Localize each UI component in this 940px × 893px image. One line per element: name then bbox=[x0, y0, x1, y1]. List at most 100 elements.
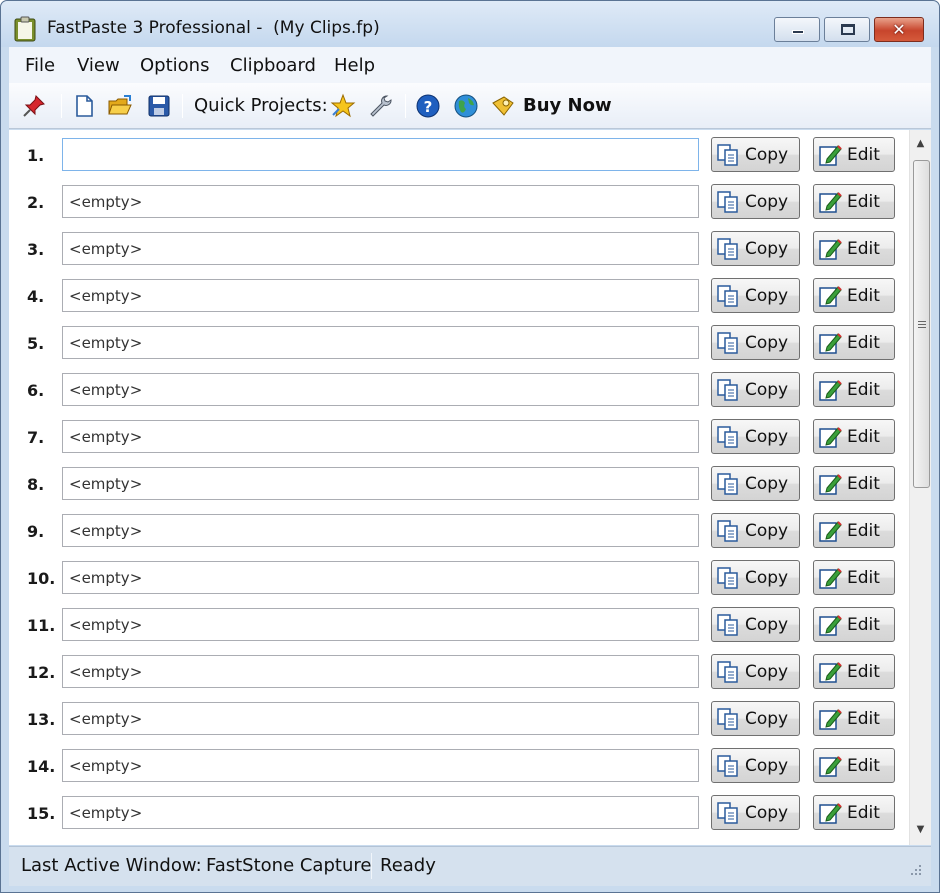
edit-label: Edit bbox=[847, 427, 880, 447]
help-icon[interactable]: ? bbox=[415, 93, 441, 119]
save-icon[interactable] bbox=[146, 93, 172, 119]
svg-text:?: ? bbox=[424, 98, 433, 116]
copy-button[interactable]: Copy bbox=[711, 137, 800, 172]
copy-label: Copy bbox=[745, 380, 789, 400]
copy-button[interactable]: Copy bbox=[711, 701, 800, 736]
clip-field[interactable]: <empty> bbox=[62, 326, 699, 359]
clip-row: 15. <empty> Copy Edit bbox=[9, 788, 909, 835]
buy-now-link[interactable]: Buy Now bbox=[523, 95, 612, 116]
copy-button[interactable]: Copy bbox=[711, 325, 800, 360]
open-folder-icon[interactable] bbox=[107, 93, 133, 119]
copy-icon bbox=[717, 426, 738, 448]
edit-button[interactable]: Edit bbox=[813, 184, 895, 219]
clip-field[interactable]: <empty> bbox=[62, 608, 699, 641]
edit-button[interactable]: Edit bbox=[813, 560, 895, 595]
edit-label: Edit bbox=[847, 662, 880, 682]
app-window: FastPaste 3 Professional - (My Clips.fp)… bbox=[0, 0, 940, 893]
edit-button[interactable]: Edit bbox=[813, 513, 895, 548]
clip-field[interactable]: <empty> bbox=[62, 655, 699, 688]
close-button[interactable]: ✕ bbox=[874, 17, 924, 42]
clip-number: 13. bbox=[27, 710, 56, 729]
edit-button[interactable]: Edit bbox=[813, 278, 895, 313]
globe-icon[interactable] bbox=[453, 93, 479, 119]
clip-field[interactable]: <empty> bbox=[62, 796, 699, 829]
copy-button[interactable]: Copy bbox=[711, 372, 800, 407]
edit-label: Edit bbox=[847, 380, 880, 400]
title-bar[interactable]: FastPaste 3 Professional - (My Clips.fp)… bbox=[1, 1, 939, 47]
wrench-icon[interactable] bbox=[367, 93, 393, 119]
copy-icon bbox=[717, 473, 738, 495]
toolbar-separator bbox=[182, 94, 183, 118]
maximize-button[interactable] bbox=[824, 17, 870, 42]
clip-field[interactable]: <empty> bbox=[62, 467, 699, 500]
copy-icon bbox=[717, 144, 738, 166]
clip-field[interactable]: <empty> bbox=[62, 749, 699, 782]
copy-button[interactable]: Copy bbox=[711, 560, 800, 595]
copy-button[interactable]: Copy bbox=[711, 513, 800, 548]
edit-button[interactable]: Edit bbox=[813, 231, 895, 266]
edit-button[interactable]: Edit bbox=[813, 419, 895, 454]
clip-row: 1. Copy Edit bbox=[9, 130, 909, 177]
minimize-button[interactable] bbox=[774, 17, 820, 42]
buy-now-icon[interactable] bbox=[490, 93, 516, 119]
clip-field[interactable]: <empty> bbox=[62, 279, 699, 312]
edit-button[interactable]: Edit bbox=[813, 137, 895, 172]
edit-icon bbox=[819, 239, 842, 260]
clip-field[interactable]: <empty> bbox=[62, 232, 699, 265]
clip-row: 7. <empty> Copy Edit bbox=[9, 412, 909, 459]
edit-button[interactable]: Edit bbox=[813, 748, 895, 783]
edit-button[interactable]: Edit bbox=[813, 701, 895, 736]
copy-button[interactable]: Copy bbox=[711, 231, 800, 266]
edit-button[interactable]: Edit bbox=[813, 325, 895, 360]
edit-icon bbox=[819, 380, 842, 401]
copy-icon bbox=[717, 802, 738, 824]
clip-field[interactable]: <empty> bbox=[62, 373, 699, 406]
scroll-up-arrow-icon[interactable]: ▲ bbox=[910, 134, 931, 154]
edit-button[interactable]: Edit bbox=[813, 466, 895, 501]
copy-button[interactable]: Copy bbox=[711, 795, 800, 830]
edit-label: Edit bbox=[847, 286, 880, 306]
clip-number: 4. bbox=[27, 287, 45, 306]
menu-view[interactable]: View bbox=[77, 55, 120, 76]
menu-options[interactable]: Options bbox=[140, 55, 209, 76]
clip-field[interactable]: <empty> bbox=[62, 185, 699, 218]
resize-grip-icon[interactable] bbox=[905, 861, 923, 879]
scroll-down-arrow-icon[interactable]: ▼ bbox=[910, 820, 931, 840]
clip-number: 14. bbox=[27, 757, 56, 776]
edit-button[interactable]: Edit bbox=[813, 795, 895, 830]
edit-label: Edit bbox=[847, 709, 880, 729]
clip-field[interactable]: <empty> bbox=[62, 420, 699, 453]
menu-clipboard[interactable]: Clipboard bbox=[230, 55, 316, 76]
copy-button[interactable]: Copy bbox=[711, 184, 800, 219]
copy-button[interactable]: Copy bbox=[711, 466, 800, 501]
edit-icon bbox=[819, 427, 842, 448]
edit-icon bbox=[819, 145, 842, 166]
clip-field[interactable]: <empty> bbox=[62, 514, 699, 547]
copy-button[interactable]: Copy bbox=[711, 278, 800, 313]
clip-field[interactable] bbox=[62, 138, 699, 171]
star-icon[interactable] bbox=[330, 93, 356, 119]
clip-field[interactable]: <empty> bbox=[62, 702, 699, 735]
clip-number: 9. bbox=[27, 522, 45, 541]
clip-row: 12. <empty> Copy Edit bbox=[9, 647, 909, 694]
clip-field[interactable]: <empty> bbox=[62, 561, 699, 594]
close-icon: ✕ bbox=[892, 20, 906, 39]
vertical-scrollbar[interactable]: ▲ ▼ bbox=[909, 130, 931, 845]
pin-icon[interactable] bbox=[21, 93, 47, 119]
edit-button[interactable]: Edit bbox=[813, 372, 895, 407]
edit-button[interactable]: Edit bbox=[813, 607, 895, 642]
menu-file[interactable]: File bbox=[25, 55, 55, 76]
copy-label: Copy bbox=[745, 521, 789, 541]
scrollbar-thumb[interactable] bbox=[913, 160, 930, 488]
new-file-icon[interactable] bbox=[71, 93, 97, 119]
status-state: Ready bbox=[380, 855, 436, 876]
copy-button[interactable]: Copy bbox=[711, 748, 800, 783]
copy-label: Copy bbox=[745, 568, 789, 588]
edit-icon bbox=[819, 333, 842, 354]
copy-button[interactable]: Copy bbox=[711, 419, 800, 454]
edit-label: Edit bbox=[847, 333, 880, 353]
edit-button[interactable]: Edit bbox=[813, 654, 895, 689]
copy-button[interactable]: Copy bbox=[711, 654, 800, 689]
copy-button[interactable]: Copy bbox=[711, 607, 800, 642]
menu-help[interactable]: Help bbox=[334, 55, 375, 76]
